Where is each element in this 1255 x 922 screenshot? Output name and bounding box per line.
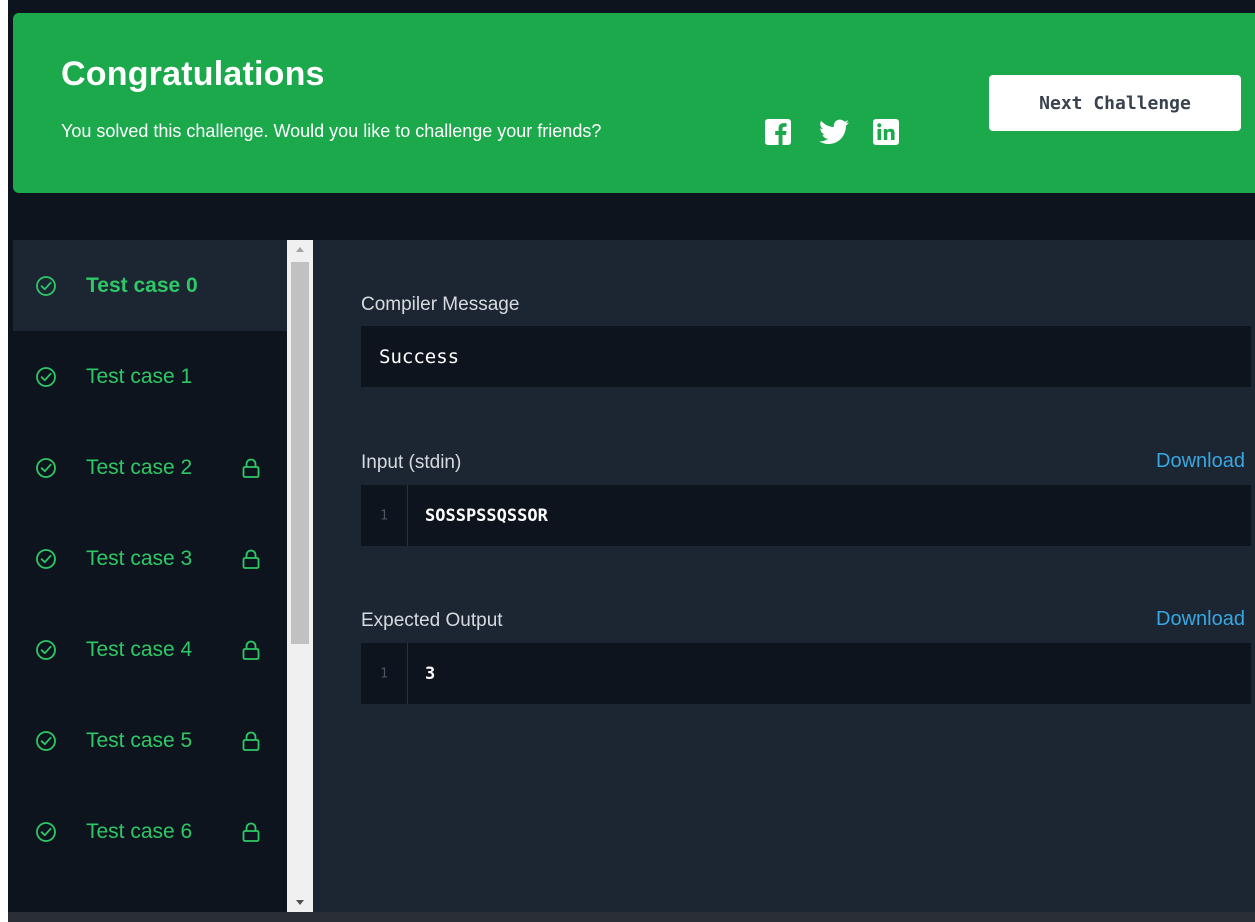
- check-circle-icon: [36, 457, 56, 478]
- line-gutter: 1: [361, 643, 408, 704]
- test-case-3[interactable]: Test case 3: [13, 513, 287, 604]
- result-screen: Congratulations You solved this challeng…: [0, 0, 1255, 922]
- test-case-label: Test case 1: [86, 364, 193, 388]
- top-edge: [0, 0, 1255, 6]
- test-case-label: Test case 5: [86, 728, 193, 752]
- test-case-4[interactable]: Test case 4: [13, 604, 287, 695]
- twitter-icon[interactable]: [819, 117, 849, 147]
- test-case-list: Test case 0 Test case 1 Test case 2 Test…: [13, 240, 287, 922]
- lock-icon: [242, 458, 260, 478]
- test-case-label: Test case 2: [86, 455, 193, 479]
- input-download-link[interactable]: Download: [1156, 450, 1245, 473]
- check-circle-icon: [36, 275, 56, 296]
- facebook-icon[interactable]: [765, 117, 791, 147]
- test-case-label: Test case 3: [86, 546, 193, 570]
- expected-output-box: 1 3: [361, 643, 1251, 704]
- linkedin-icon[interactable]: [873, 117, 899, 147]
- test-case-2[interactable]: Test case 2: [13, 422, 287, 513]
- expected-output-value: 3: [425, 663, 436, 684]
- test-case-label: Test case 6: [86, 819, 193, 843]
- congratulations-banner: Congratulations You solved this challeng…: [13, 13, 1255, 193]
- expected-output-download-link[interactable]: Download: [1156, 608, 1245, 631]
- compiler-message-label: Compiler Message: [361, 294, 520, 315]
- input-value: SOSSPSSQSSOR: [425, 505, 548, 526]
- test-case-0[interactable]: Test case 0: [13, 240, 287, 331]
- expected-output-label: Expected Output: [361, 610, 503, 631]
- line-number: 1: [380, 508, 388, 523]
- check-circle-icon: [36, 730, 56, 751]
- test-case-details: Compiler Message Success Input (stdin) D…: [313, 240, 1255, 922]
- test-case-label: Test case 0: [86, 273, 198, 297]
- input-box: 1 SOSSPSSQSSOR: [361, 485, 1251, 546]
- check-circle-icon: [36, 548, 56, 569]
- left-edge: [0, 0, 8, 922]
- scrollbar-thumb[interactable]: [291, 262, 309, 644]
- sidebar-scrollbar[interactable]: [287, 240, 313, 912]
- compiler-message-box: Success: [361, 326, 1251, 387]
- scroll-down-arrow-icon[interactable]: [287, 894, 313, 912]
- compiler-message-text: Success: [379, 345, 460, 368]
- banner-subtitle: You solved this challenge. Would you lik…: [61, 121, 602, 141]
- check-circle-icon: [36, 821, 56, 842]
- check-circle-icon: [36, 639, 56, 660]
- bottom-bar: [8, 912, 1255, 922]
- lock-icon: [242, 549, 260, 569]
- lock-icon: [242, 731, 260, 751]
- check-circle-icon: [36, 366, 56, 387]
- lock-icon: [242, 640, 260, 660]
- test-case-1[interactable]: Test case 1: [13, 331, 287, 422]
- lock-icon: [242, 822, 260, 842]
- test-case-6[interactable]: Test case 6: [13, 786, 287, 877]
- line-gutter: 1: [361, 485, 408, 546]
- banner-title: Congratulations: [61, 55, 325, 93]
- test-case-5[interactable]: Test case 5: [13, 695, 287, 786]
- test-case-label: Test case 4: [86, 637, 193, 661]
- line-number: 1: [380, 666, 388, 681]
- scroll-up-arrow-icon[interactable]: [287, 240, 313, 258]
- next-challenge-button[interactable]: Next Challenge: [989, 75, 1241, 131]
- input-label: Input (stdin): [361, 452, 462, 473]
